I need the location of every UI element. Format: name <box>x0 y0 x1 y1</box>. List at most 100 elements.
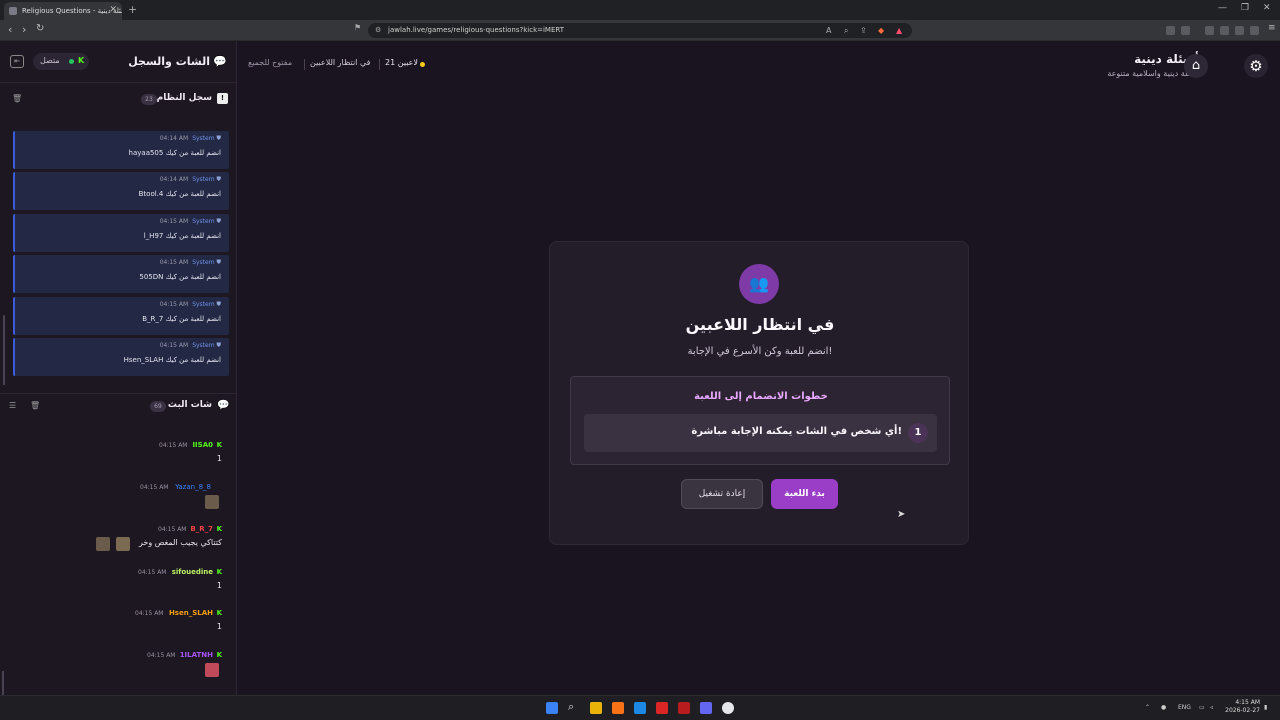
extension-icon[interactable] <box>1235 26 1244 35</box>
chat-username[interactable]: IISA0 <box>192 441 213 449</box>
clock-date: 2026-02-27 <box>1225 707 1260 714</box>
clear-log-trash-icon[interactable]: 🗑 <box>12 94 22 103</box>
log-time: 04:14 AM <box>159 135 189 142</box>
settings-button[interactable]: ⚙ <box>1244 54 1268 78</box>
notification-icon[interactable]: ▮ <box>1264 704 1267 711</box>
card-title: في انتظار اللاعبين <box>685 315 835 334</box>
tray-chevron-icon[interactable]: ⌃ <box>1145 704 1150 711</box>
log-author: System <box>192 135 215 142</box>
shield-icon[interactable] <box>1250 26 1259 35</box>
file-explorer-icon[interactable] <box>590 702 602 714</box>
back-icon[interactable]: ‹ <box>8 23 12 36</box>
close-window-icon[interactable]: ✕ <box>1263 3 1271 13</box>
log-time: 04:15 AM <box>159 342 189 349</box>
step-item: 1 أي شخص في الشات يمكنه الإجابة مباشرة! <box>584 414 937 452</box>
reload-icon[interactable]: ↻ <box>36 23 44 34</box>
sidebar-toggle-icon[interactable] <box>1205 26 1214 35</box>
close-tab-icon[interactable]: ✕ <box>109 5 117 15</box>
share-icon[interactable]: ⇪ <box>860 26 867 35</box>
chat-text: 1 <box>216 454 222 463</box>
brave-shields-icon[interactable]: ◆ <box>878 26 884 35</box>
search-icon[interactable]: ⌕ <box>568 700 580 713</box>
system-log-title: سجل النظام <box>156 93 212 103</box>
minimize-icon[interactable]: — <box>1218 3 1227 13</box>
wallet-icon[interactable] <box>1220 26 1229 35</box>
kick-badge-icon: K <box>216 441 222 449</box>
divider <box>379 59 380 70</box>
address-bar[interactable]: ⚙ jawlah.live/games/religious-questions?… <box>368 23 912 38</box>
clear-chat-trash-icon[interactable]: 🗑 <box>30 401 40 410</box>
extension-icon[interactable] <box>1181 26 1190 35</box>
main-area: مفتوح للجميع في انتظار اللاعبين 21 لاعبي… <box>238 41 1280 695</box>
chat-scrollbar[interactable] <box>2 671 4 695</box>
language-indicator[interactable]: ENG <box>1178 704 1191 711</box>
access-label: مفتوح للجميع <box>248 58 293 67</box>
shield-icon: ⛊ <box>216 135 221 142</box>
log-message: 505DN انضم للعبة من كيك <box>139 273 221 281</box>
log-scrollbar[interactable] <box>3 315 5 385</box>
discord-icon[interactable] <box>700 702 712 714</box>
app-icon[interactable] <box>722 702 734 714</box>
menu-icon[interactable]: ≡ <box>1268 23 1276 33</box>
network-icon[interactable]: ▭ <box>1199 704 1205 711</box>
sidebar-title: الشات والسجل <box>128 55 210 68</box>
app-icon[interactable] <box>656 702 668 714</box>
status-dot-icon <box>420 62 425 67</box>
browser-tab-bar: Religious Questions - أسئلة دينية ✕ + — … <box>0 0 1280 20</box>
chat-time: 04:15 AM <box>138 569 167 576</box>
zoom-icon[interactable]: ⌕ <box>844 26 848 36</box>
system-clock[interactable]: 4:15 AM 2026-02-27 <box>1220 699 1260 715</box>
shield-icon: ⛊ <box>216 259 221 266</box>
collapse-sidebar-icon[interactable]: ⇤ <box>10 55 24 68</box>
kick-badge-icon: K <box>216 525 222 533</box>
chat-username[interactable]: B_R_7 <box>190 525 213 533</box>
maximize-icon[interactable]: ❐ <box>1241 3 1249 13</box>
chat-username[interactable]: Yazan_8_8 <box>175 483 211 491</box>
sidebar-header: ⇤ متصل K الشات والسجل 💬 <box>0 41 237 83</box>
start-game-button[interactable]: بدء اللعبة <box>771 479 838 509</box>
translate-icon[interactable]: A <box>826 26 831 35</box>
log-time: 04:14 AM <box>159 176 189 183</box>
join-steps-box: خطوات الانضمام إلى اللعبة 1 أي شخص في ال… <box>570 376 950 465</box>
log-count-badge: 23 <box>141 94 157 105</box>
shield-icon: ⛊ <box>216 176 221 183</box>
home-button[interactable]: ⌂ <box>1184 54 1208 78</box>
chat-bubble-icon: 💬 <box>217 400 230 411</box>
chat-username[interactable]: 1ILATNH <box>180 651 213 659</box>
log-message: Hsen_SLAH انضم للعبة من كيك <box>123 356 221 364</box>
taskbar: ⌕ ⌃ ● ENG ▭ ◃ 4:15 AM 2026-02-27 ▮ <box>0 695 1280 720</box>
forward-icon[interactable]: › <box>22 23 26 36</box>
chat-username[interactable]: sifouedine <box>172 568 213 576</box>
log-author: System <box>192 301 215 308</box>
brave-rewards-icon[interactable]: ▲ <box>896 26 902 35</box>
shield-icon: ⛊ <box>216 218 221 225</box>
game-state-label: في انتظار اللاعبين <box>310 58 371 67</box>
volume-icon[interactable]: ◃ <box>1210 704 1213 711</box>
steam-icon[interactable] <box>634 702 646 714</box>
chat-username[interactable]: Hsen_SLAH <box>169 609 213 617</box>
log-message: hayaa505 انضم للعبة من كيك <box>128 149 221 157</box>
log-message: Btool.4 انضم للعبة من كيك <box>138 190 221 198</box>
log-message: l_H97 انضم للعبة من كيك <box>143 232 221 240</box>
brave-browser-icon[interactable] <box>612 702 624 714</box>
chat-message: 04:15 AM B_R_7 K كتتاكي يجيب المغص وخر <box>0 523 237 563</box>
mic-icon[interactable]: ● <box>1161 704 1166 711</box>
chat-message: 04:15 AM Yazan_8_8 <box>0 481 237 521</box>
restart-button[interactable]: إعادة تشغيل <box>681 479 763 509</box>
card-subtitle: انضم للعبة وكن الأسرع في الإجابة! <box>687 346 833 357</box>
log-item: 04:14 AM System ⛊ Btool.4 انضم للعبة من ك… <box>13 172 229 210</box>
filter-icon[interactable]: ☰ <box>9 401 16 410</box>
url-text: jawlah.live/games/religious-questions?ki… <box>388 26 565 34</box>
bookmark-icon[interactable]: ⚑ <box>354 23 361 32</box>
log-time: 04:15 AM <box>159 301 189 308</box>
app-icon[interactable] <box>678 702 690 714</box>
start-menu-icon[interactable] <box>546 702 558 714</box>
browser-tab[interactable]: Religious Questions - أسئلة دينية ✕ <box>4 2 122 20</box>
site-info-icon[interactable]: ⚙ <box>375 26 381 34</box>
new-tab-icon[interactable]: + <box>128 3 137 16</box>
chat-time: 04:15 AM <box>147 652 176 659</box>
chat-message: 04:15 AM 1ILATNH K <box>0 649 237 689</box>
log-time: 04:15 AM <box>159 218 189 225</box>
chat-time: 04:15 AM <box>135 610 164 617</box>
extension-icon[interactable] <box>1166 26 1175 35</box>
